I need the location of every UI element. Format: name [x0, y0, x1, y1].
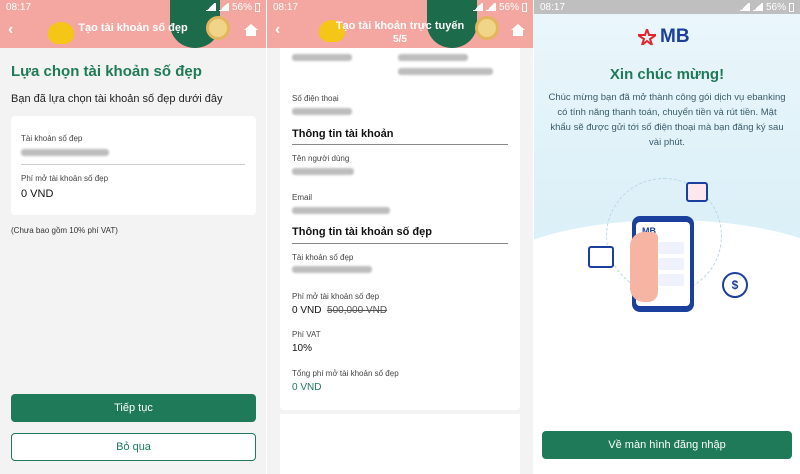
battery-level: 56% [765, 1, 786, 13]
total-fee-value: 0 VND [292, 382, 322, 393]
vat-note: (Chưa bao gồm 10% phí VAT) [11, 226, 118, 235]
continue-button[interactable]: Tiếp tục [11, 394, 256, 422]
open-fee-current: 0 VND [292, 305, 322, 316]
card-footer [280, 414, 520, 474]
battery-level: 56% [231, 1, 252, 13]
account-label: Tài khoản số đẹp [21, 134, 83, 143]
signal-icon [472, 3, 483, 11]
vat-value: 10% [292, 343, 313, 354]
intro-text: Bạn đã lựa chọn tài khoản số đẹp dưới đâ… [11, 93, 223, 105]
success-message: Chúc mừng bạn đã mở thành công gói dịch … [548, 92, 786, 148]
battery-icon [255, 2, 260, 12]
header-title: Tạo tài khoản trực tuyến [335, 20, 465, 32]
account-card: Tài khoản số đẹp Phí mở tài khoản số đẹp… [11, 116, 256, 215]
signal-icon [485, 3, 496, 11]
redacted-value [292, 54, 352, 61]
account-info-title: Thông tin tài khoản [292, 128, 394, 140]
divider [292, 144, 508, 145]
email-redacted [292, 207, 390, 214]
redacted-value [398, 54, 468, 61]
screen-select-account: ‹ Tạo tài khoản số đẹp 08:17 56% Lựa chọ… [0, 0, 266, 474]
dollar-icon: $ [722, 272, 748, 298]
status-time: 08:17 [6, 1, 32, 13]
status-time: 08:17 [540, 1, 566, 13]
open-fee-label: Phí mở tài khoản số đẹp [292, 292, 380, 301]
signal-icon [218, 3, 229, 11]
open-fee-old: 500,000 VND [327, 305, 388, 316]
back-to-login-button[interactable]: Về màn hình đăng nhập [542, 431, 792, 459]
divider [21, 164, 245, 165]
mb-logo: MB [638, 26, 690, 48]
step-indicator: 5/5 [393, 34, 407, 45]
phone-label: Số điện thoại [292, 94, 339, 103]
status-time: 08:17 [273, 1, 299, 13]
fee-value: 0 VND [21, 188, 54, 200]
success-title: Xin chúc mừng! [609, 66, 725, 83]
battery-level: 56% [498, 1, 519, 13]
open-fee-value: 0 VND 500,000 VND [292, 305, 387, 316]
gift-icon [686, 182, 708, 202]
pretty-account-info-title: Thông tin tài khoản số đẹp [292, 226, 432, 238]
pretty-account-label: Tài khoản số đẹp [292, 253, 354, 262]
summary-card: Số điện thoại Thông tin tài khoản Tên ng… [280, 48, 520, 410]
total-fee-label: Tổng phí mở tài khoản số đẹp [292, 369, 399, 378]
header-title: Tạo tài khoản số đẹp [78, 22, 188, 34]
status-bar: 08:17 56% [0, 0, 266, 14]
page-heading: Lựa chọn tài khoản số đẹp [11, 63, 202, 80]
username-redacted [292, 168, 354, 175]
status-bar: 08:17 56% [534, 0, 800, 14]
battery-icon [522, 2, 527, 12]
divider [292, 243, 508, 244]
screen-account-summary: ‹ Tạo tài khoản trực tuyến 5/5 08:17 56%… [267, 0, 533, 474]
fee-label: Phí mở tài khoản số đẹp [21, 174, 109, 183]
phone-redacted [292, 108, 352, 115]
account-number-redacted [21, 149, 109, 156]
home-icon[interactable] [511, 24, 525, 36]
brand-text: MB [660, 26, 690, 47]
hand-illustration [630, 232, 658, 302]
signal-icon [739, 3, 750, 11]
skip-button[interactable]: Bỏ qua [11, 433, 256, 461]
status-bar: 08:17 56% [267, 0, 533, 14]
home-icon[interactable] [244, 24, 258, 36]
screen-success: 08:17 56% MB Xin chúc mừng! Chúc mừng bạ… [534, 0, 800, 474]
signal-icon [205, 3, 216, 11]
pretty-account-redacted [292, 266, 372, 273]
username-label: Tên người dùng [292, 154, 350, 163]
battery-icon [789, 2, 794, 12]
star-icon [638, 29, 656, 45]
email-label: Email [292, 193, 313, 202]
video-call-icon [588, 246, 614, 268]
vat-label: Phí VAT [292, 330, 321, 339]
signal-icon [752, 3, 763, 11]
redacted-value [398, 68, 493, 75]
